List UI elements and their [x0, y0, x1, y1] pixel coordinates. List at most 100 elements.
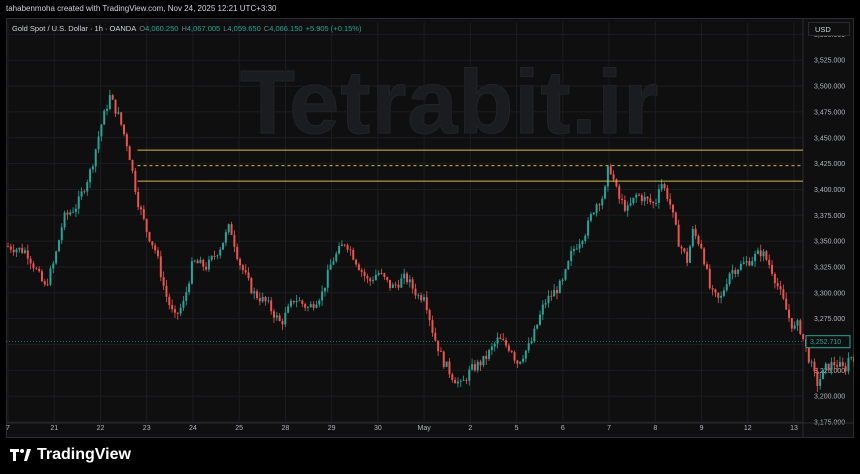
candle-body	[156, 250, 159, 257]
candle-body	[323, 287, 326, 292]
currency-button[interactable]: USD	[808, 22, 850, 36]
candle-body	[669, 199, 672, 205]
tradingview-wordmark: TradingView	[37, 446, 131, 463]
tradingview-logo-icon	[10, 449, 31, 461]
candle-body	[587, 220, 590, 236]
candle-body	[768, 259, 771, 265]
candle-body	[819, 379, 822, 386]
candle-body	[247, 272, 250, 279]
candle-body	[301, 300, 304, 305]
candle-body	[708, 268, 711, 289]
candle-body	[176, 312, 179, 314]
candle-body	[799, 320, 802, 334]
candle-body	[386, 277, 389, 280]
candle-body	[731, 270, 734, 274]
y-tick-label: 3,525.000	[814, 58, 845, 65]
candle-body	[564, 269, 567, 280]
candle-body	[219, 249, 222, 256]
candle-body	[222, 242, 225, 250]
candle-body	[148, 232, 151, 242]
candle-body	[850, 357, 853, 358]
candle-body	[264, 296, 267, 302]
candle-body	[188, 283, 191, 293]
candle-body	[490, 346, 493, 351]
candle-body	[445, 361, 448, 367]
candle-body	[666, 188, 669, 200]
candle-body	[111, 95, 114, 100]
x-tick-label: 13	[790, 425, 798, 432]
candle-body	[479, 361, 482, 366]
candle-body	[742, 262, 745, 265]
x-tick-label: 28	[282, 425, 290, 432]
candle-body	[836, 365, 839, 367]
candle-body	[383, 273, 386, 278]
x-tick-label: 5	[515, 425, 519, 432]
candle-body	[250, 278, 253, 294]
y-tick-label: 3,375.000	[814, 213, 845, 220]
candle-body	[309, 304, 312, 308]
candle-body	[420, 295, 423, 301]
candle-body	[505, 340, 508, 346]
candle-body	[346, 244, 349, 250]
candle-body	[697, 235, 700, 244]
candle-body	[400, 278, 403, 288]
candle-body	[598, 204, 601, 206]
candle-body	[739, 264, 742, 270]
candle-body	[66, 212, 69, 215]
y-tick-label: 3,450.000	[814, 135, 845, 142]
candle-body	[108, 95, 111, 109]
candle-body	[12, 249, 15, 253]
candle-body	[29, 258, 32, 264]
candle-body	[465, 379, 468, 381]
candle-body	[623, 200, 626, 211]
candle-body	[329, 264, 332, 270]
tradingview-logo[interactable]: TradingView	[10, 446, 131, 464]
candle-body	[7, 246, 9, 248]
candle-body	[626, 205, 629, 211]
candle-body	[125, 134, 128, 147]
candle-body	[244, 270, 247, 273]
price-chart[interactable]: 3,175.0003,200.0003,225.0003,250.0003,27…	[6, 18, 854, 438]
open-value: 4,060.250	[145, 24, 179, 33]
candle-body	[510, 350, 513, 353]
x-tick-label: 7	[607, 425, 611, 432]
candle-body	[785, 298, 788, 310]
candle-body	[230, 224, 233, 235]
candle-body	[210, 256, 213, 260]
candle-body	[516, 360, 519, 364]
candle-body	[734, 270, 737, 274]
candle-body	[672, 204, 674, 213]
candle-body	[270, 300, 273, 312]
candle-body	[43, 281, 46, 285]
candle-body	[142, 209, 145, 219]
candle-body	[357, 264, 360, 271]
high-value: 4,067.005	[186, 24, 221, 33]
candle-body	[570, 251, 573, 262]
candle-body	[278, 315, 281, 321]
candle-body	[519, 361, 522, 364]
candle-body	[502, 339, 505, 341]
candle-body	[57, 240, 60, 252]
candle-body	[720, 295, 723, 298]
candle-body	[154, 245, 157, 251]
change-value: +5.905 (+0.15%)	[305, 24, 362, 33]
candle-body	[349, 249, 352, 251]
candle-body	[193, 260, 196, 262]
candle-body	[298, 300, 301, 302]
candle-body	[253, 291, 256, 294]
candle-body	[60, 227, 63, 241]
candle-body	[366, 276, 369, 279]
candle-body	[32, 263, 35, 269]
candle-body	[403, 273, 406, 279]
candle-body	[833, 362, 836, 366]
candle-body	[652, 202, 655, 204]
candle-body	[838, 362, 841, 367]
candle-body	[779, 286, 782, 290]
candle-body	[606, 166, 609, 187]
candle-body	[547, 295, 550, 304]
candle-body	[258, 298, 261, 302]
candle-body	[655, 203, 658, 204]
candle-body	[790, 318, 793, 329]
symbol-name: Gold Spot / U.S. Dollar · 1h · OANDA	[12, 24, 137, 33]
candle-body	[103, 110, 106, 125]
